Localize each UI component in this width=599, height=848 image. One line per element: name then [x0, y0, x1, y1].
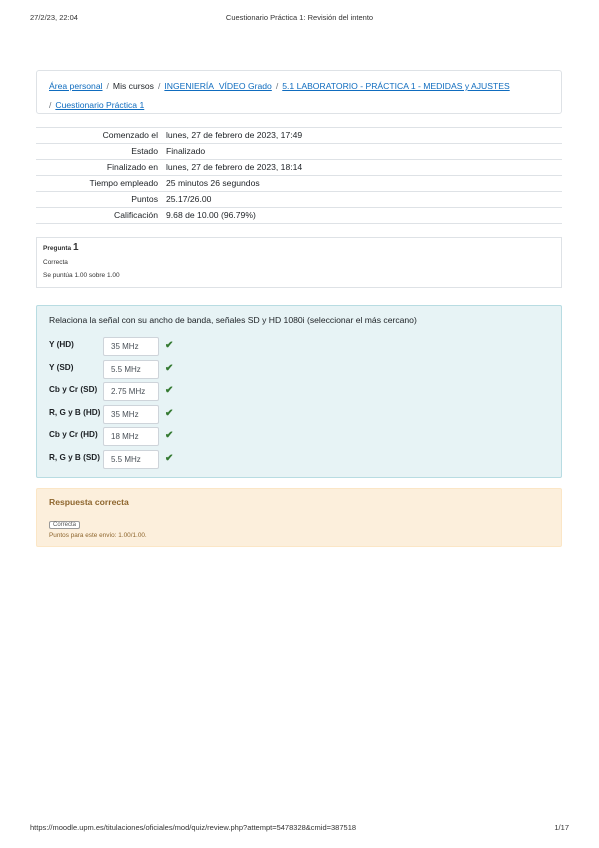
- table-row: Estado Finalizado: [36, 144, 562, 160]
- breadcrumb-section[interactable]: 5.1 LABORATORIO - PRÁCTICA 1 - MEDIDAS y…: [282, 81, 509, 91]
- match-row: R, G y B (HD) 35 MHz ✔: [49, 404, 549, 428]
- summary-label: Comenzado el: [102, 130, 158, 140]
- table-row: Calificación 9.68 de 10.00 (96.79%): [36, 208, 562, 224]
- question-number-value: 1: [72, 242, 79, 253]
- match-label: Y (HD): [49, 340, 74, 349]
- match-row: Cb y Cr (HD) 18 MHz ✔: [49, 427, 549, 450]
- table-row: Finalizado en lunes, 27 de febrero de 20…: [36, 160, 562, 176]
- breadcrumb-separator: /: [49, 100, 52, 110]
- check-icon: ✔: [165, 385, 174, 396]
- summary-label: Finalizado en: [106, 162, 158, 172]
- question-text: Relaciona la señal con su ancho de banda…: [49, 315, 417, 325]
- print-url: https://moodle.upm.es/titulaciones/ofici…: [30, 823, 357, 832]
- match-label: Cb y Cr (HD): [49, 430, 98, 439]
- question-formulation: Relaciona la señal con su ancho de banda…: [36, 305, 562, 478]
- match-answer-select[interactable]: 35 MHz: [103, 404, 159, 424]
- question-prefix: Pregunta: [43, 245, 72, 252]
- summary-label: Estado: [131, 146, 158, 156]
- breadcrumb-quiz[interactable]: Cuestionario Práctica 1: [55, 100, 144, 110]
- match-row: Cb y Cr (SD) 2.75 MHz ✔: [49, 382, 549, 405]
- match-label: R, G y B (SD): [49, 452, 100, 462]
- feedback-points: Puntos para este envío: 1.00/1.00.: [49, 532, 147, 539]
- print-page-number: 1/17: [554, 823, 569, 832]
- question-state: Correcta: [43, 259, 68, 266]
- table-row: Tiempo empleado 25 minutos 26 segundos: [36, 176, 562, 192]
- status-badge: Correcta: [49, 521, 81, 529]
- check-icon: ✔: [165, 340, 174, 351]
- match-answer-select[interactable]: 5.5 MHz: [103, 359, 159, 379]
- match-answer-select[interactable]: 2.75 MHz: [103, 382, 159, 401]
- summary-value: lunes, 27 de febrero de 2023, 18:14: [166, 162, 303, 172]
- match-row: R, G y B (SD) 5.5 MHz ✔: [49, 449, 549, 473]
- breadcrumb-separator: /: [157, 81, 161, 91]
- summary-label: Puntos: [131, 194, 158, 204]
- summary-value: 25 minutos 26 segundos: [166, 178, 260, 188]
- table-row: Comenzado el lunes, 27 de febrero de 202…: [36, 127, 562, 144]
- match-label: Y (SD): [49, 362, 74, 372]
- print-title: Cuestionario Práctica 1: Revisión del in…: [225, 13, 374, 22]
- check-icon: ✔: [165, 362, 174, 374]
- breadcrumb-course[interactable]: INGENIERÍA_VÍDEO Grado: [164, 81, 271, 91]
- match-row: Y (HD) 35 MHz ✔: [49, 337, 549, 360]
- attempt-summary-table: Comenzado el lunes, 27 de febrero de 202…: [36, 127, 562, 224]
- table-row: Puntos 25.17/26.00: [36, 192, 562, 208]
- summary-value: Finalizado: [166, 146, 206, 156]
- check-icon: ✔: [165, 430, 174, 441]
- match-label: R, G y B (HD): [49, 407, 101, 417]
- check-icon: ✔: [165, 452, 174, 464]
- match-answer-select[interactable]: 18 MHz: [103, 427, 159, 446]
- check-icon: ✔: [165, 407, 174, 419]
- breadcrumb: Área personal / Mis cursos / INGENIERÍA_VÍDE…: [36, 70, 562, 114]
- question-grade: Se puntúa 1.00 sobre 1.00: [43, 272, 120, 279]
- feedback-title: Respuesta correcta: [49, 497, 129, 507]
- breadcrumb-separator: /: [106, 81, 109, 91]
- summary-value: 25.17/26.00: [166, 194, 212, 204]
- match-label: Cb y Cr (SD): [49, 385, 98, 394]
- breadcrumb-area-personal[interactable]: Área personal: [49, 81, 103, 91]
- feedback-box: Respuesta correcta Correcta Puntos para …: [36, 488, 562, 547]
- breadcrumb-mis-cursos: Mis cursos: [112, 81, 154, 91]
- question-info-box: Pregunta 1 Correcta Se puntúa 1.00 sobre…: [36, 237, 562, 288]
- summary-value: lunes, 27 de febrero de 2023, 17:49: [166, 130, 303, 140]
- breadcrumb-separator: /: [275, 81, 279, 91]
- match-row: Y (SD) 5.5 MHz ✔: [49, 359, 549, 383]
- summary-label: Calificación: [114, 210, 158, 220]
- question-number: Pregunta 1: [43, 242, 555, 253]
- summary-label: Tiempo empleado: [89, 178, 158, 188]
- match-answer-select[interactable]: 35 MHz: [103, 337, 159, 356]
- summary-value: 9.68 de 10.00 (96.79%): [166, 210, 256, 220]
- match-answer-select[interactable]: 5.5 MHz: [103, 449, 159, 469]
